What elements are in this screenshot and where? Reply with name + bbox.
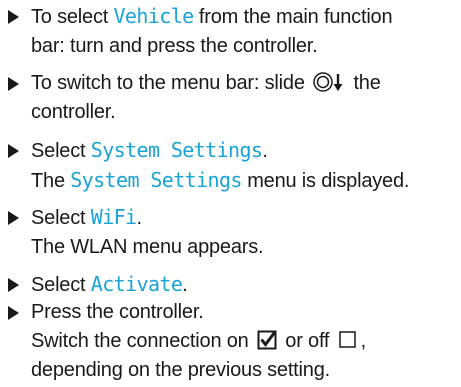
- ui-term-vehicle: Vehicle: [113, 4, 194, 28]
- step-select-wifi: Select WiFi. The WLAN menu appears.: [8, 203, 458, 262]
- step-bullet-icon: [8, 77, 19, 91]
- step-text-segment: .: [182, 274, 188, 296]
- step-text-segment: .: [262, 140, 268, 162]
- ui-term-system-settings: System Settings: [70, 168, 242, 192]
- step-text-segment: menu is displayed.: [241, 170, 410, 192]
- step-line: bar: turn and press the controller.: [31, 35, 318, 57]
- step-text-segment: from the main function: [193, 6, 393, 28]
- instruction-document: To select Vehicle from the main function…: [0, 0, 461, 387]
- step-text-segment: or off: [279, 330, 335, 352]
- step-line: Press the controller.: [31, 301, 204, 323]
- empty-box-icon: [338, 330, 358, 350]
- step-text-segment: Select: [31, 140, 91, 162]
- step-line: Select System Settings.: [31, 136, 458, 166]
- step-line: Select Activate.: [31, 270, 458, 300]
- step-text: Select Activate.: [31, 270, 458, 300]
- step-text-segment: To switch to the menu bar: slide: [31, 72, 311, 94]
- step-bullet-icon: [8, 306, 19, 320]
- ui-term-wifi: WiFi: [90, 205, 137, 229]
- step-line: Select WiFi.: [31, 203, 458, 233]
- ui-term-system-settings: System Settings: [90, 138, 263, 162]
- step-result-line: The System Settings menu is displayed.: [31, 166, 458, 196]
- step-text-segment: The: [31, 170, 71, 192]
- step-line: To switch to the menu bar: slide the: [31, 69, 458, 98]
- step-line: To select Vehicle from the main function: [31, 2, 458, 32]
- step-text: Select System Settings. The System Setti…: [31, 136, 458, 196]
- step-line: depending on the previous setting.: [31, 359, 330, 381]
- step-select-activate: Select Activate.: [8, 270, 458, 300]
- step-bullet-icon: [8, 10, 19, 24]
- step-text-segment: .: [136, 207, 143, 229]
- step-text: To select Vehicle from the main function…: [31, 2, 458, 61]
- step-text-segment: Switch the connection on: [31, 330, 254, 352]
- step-bullet-icon: [8, 211, 19, 225]
- step-text-segment: ,: [360, 330, 367, 352]
- step-bullet-icon: [8, 144, 19, 158]
- step-line: controller.: [31, 101, 116, 123]
- step-text-segment: Select: [31, 207, 91, 229]
- step-text-segment: Select: [31, 274, 91, 296]
- step-line: Switch the connection on or off ,: [31, 327, 458, 356]
- ui-term-activate: Activate: [90, 272, 183, 296]
- step-bullet-icon: [8, 278, 19, 292]
- step-text: To switch to the menu bar: slide the con…: [31, 69, 458, 127]
- step-text: Press the controller. Switch the connect…: [31, 298, 458, 385]
- checked-box-icon: [257, 330, 277, 350]
- step-select-vehicle: To select Vehicle from the main function…: [8, 2, 458, 61]
- step-result-line: The WLAN menu appears.: [31, 236, 264, 258]
- step-text: Select WiFi. The WLAN menu appears.: [31, 203, 458, 262]
- controller-slide-down-icon: [312, 72, 346, 92]
- step-press-controller: Press the controller. Switch the connect…: [8, 298, 458, 385]
- step-switch-menu-bar: To switch to the menu bar: slide the con…: [8, 69, 458, 127]
- step-text-segment: To select: [31, 6, 114, 28]
- step-select-system-settings: Select System Settings. The System Setti…: [8, 136, 458, 196]
- step-text-segment: the: [348, 72, 381, 94]
